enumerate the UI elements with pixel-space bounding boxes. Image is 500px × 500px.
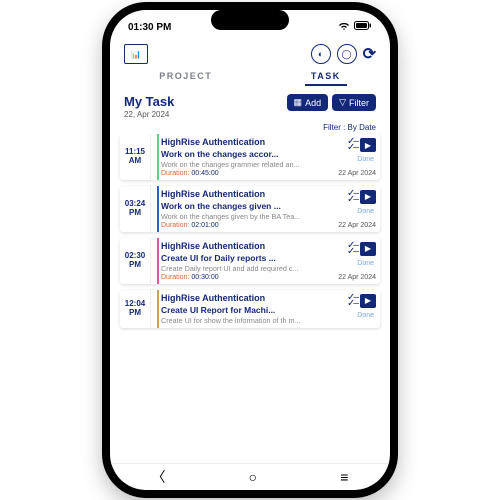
play-icon[interactable]: ▶ — [360, 294, 376, 308]
task-date: 22 Apr 2024 — [338, 222, 376, 229]
play-icon[interactable]: ▶ — [360, 138, 376, 152]
add-label: Add — [305, 98, 321, 108]
duration-value: 00:45:00 — [191, 170, 218, 177]
profile-icon[interactable]: ◯ — [337, 44, 357, 64]
task-card[interactable]: 12:04PM ✓‒✓‒▶ Done HighRise Authenticati… — [120, 290, 380, 328]
task-ampm: PM — [129, 309, 141, 318]
duration-label: Duration: — [161, 274, 189, 281]
task-desc: Work on the changes given by the BA Tea.… — [161, 212, 311, 221]
task-ampm: PM — [129, 261, 141, 270]
task-list: 11:15AM ✓‒✓‒▶ Done HighRise Authenticati… — [110, 134, 390, 463]
play-icon[interactable]: ▶ — [360, 190, 376, 204]
duration-label: Duration: — [161, 170, 189, 177]
status-done: Done — [357, 312, 374, 319]
task-title: Create UI for Daily reports ... — [161, 253, 376, 263]
checklist-icon[interactable]: ✓‒✓‒ — [347, 243, 357, 255]
duration-value: 00:30:00 — [191, 274, 218, 281]
filter-button[interactable]: ▽ Filter — [332, 94, 376, 111]
play-icon[interactable]: ▶ — [360, 242, 376, 256]
task-title: Create UI Report for Machi... — [161, 305, 376, 315]
task-date: 22 Apr 2024 — [338, 170, 376, 177]
filter-icon: ▽ — [339, 97, 346, 108]
task-title: Work on the changes given ... — [161, 201, 376, 211]
nav-back-icon[interactable]: 〈 — [152, 467, 166, 487]
task-title: Work on the changes accor... — [161, 149, 376, 159]
status-time: 01:30 PM — [128, 22, 171, 33]
task-card[interactable]: 03:24PM ✓‒✓‒▶ Done HighRise Authenticati… — [120, 186, 380, 232]
task-card[interactable]: 11:15AM ✓‒✓‒▶ Done HighRise Authenticati… — [120, 134, 380, 180]
task-desc: Work on the changes grammer related an..… — [161, 160, 311, 169]
task-card[interactable]: 02:30PM ✓‒✓‒▶ Done HighRise Authenticati… — [120, 238, 380, 284]
wifi-icon — [338, 21, 350, 34]
filter-label: Filter — [349, 98, 369, 108]
tab-task[interactable]: TASK — [305, 68, 347, 86]
task-project: HighRise Authentication — [161, 294, 376, 304]
add-icon: ▦ — [294, 97, 303, 108]
filter-status: Filter : By Date — [110, 123, 390, 134]
refresh-icon[interactable]: ⟳ — [363, 44, 376, 64]
checklist-icon[interactable]: ✓‒✓‒ — [347, 191, 357, 203]
nav-menu-icon[interactable]: ≡ — [340, 469, 348, 485]
tab-project[interactable]: PROJECT — [153, 68, 218, 86]
task-desc: Create Daily report UI and add required … — [161, 264, 311, 273]
task-date: 22 Apr 2024 — [338, 274, 376, 281]
task-project: HighRise Authentication — [161, 138, 376, 148]
page-title: My Task — [124, 94, 174, 109]
task-project: HighRise Authentication — [161, 190, 376, 200]
alerts-icon[interactable]: ◐ — [311, 44, 331, 64]
status-done: Done — [357, 260, 374, 267]
task-ampm: AM — [129, 157, 141, 166]
page-date: 22, Apr 2024 — [124, 110, 174, 119]
status-done: Done — [357, 156, 374, 163]
duration-label: Duration: — [161, 222, 189, 229]
battery-icon — [354, 21, 372, 33]
task-desc: Create UI for show the information of th… — [161, 316, 311, 325]
task-ampm: PM — [129, 209, 141, 218]
checklist-icon[interactable]: ✓‒✓‒ — [347, 295, 357, 307]
checklist-icon[interactable]: ✓‒✓‒ — [347, 139, 357, 151]
status-done: Done — [357, 208, 374, 215]
duration-value: 02:01:00 — [191, 222, 218, 229]
nav-home-icon[interactable]: ○ — [249, 469, 257, 485]
task-project: HighRise Authentication — [161, 242, 376, 252]
app-logo-icon: 📊 — [124, 44, 148, 64]
add-button[interactable]: ▦ Add — [287, 94, 329, 111]
